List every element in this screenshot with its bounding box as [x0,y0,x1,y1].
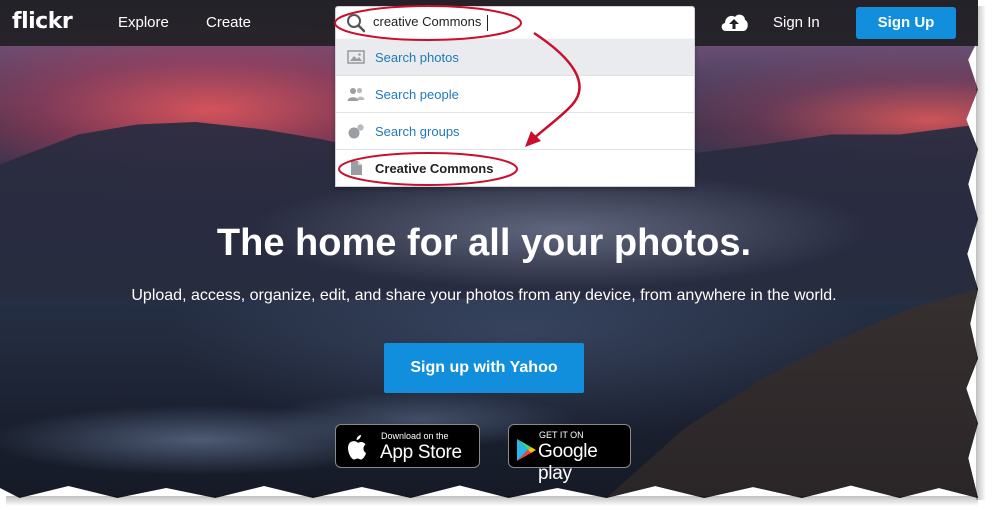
suggestion-label: Search people [375,87,459,102]
page-title: The home for all your photos. [216,222,752,264]
suggestion-search-photos[interactable]: Search photos [336,39,694,76]
sign-up-button[interactable]: Sign Up [856,7,956,39]
suggestion-label: Search photos [375,50,459,65]
search-icon [347,14,366,33]
document-icon [351,161,362,175]
hero-subtitle: Upload, access, organize, edit, and shar… [131,287,837,304]
search-box[interactable] [335,6,695,40]
google-play-badge[interactable]: GET IT ON Google play [508,424,631,484]
page-edge-shadow [976,6,986,500]
nav-create[interactable]: Create [206,14,251,31]
search-input[interactable] [373,14,523,29]
sign-in-link[interactable]: Sign In [773,14,820,31]
photo-icon [347,50,365,64]
search-suggestions: Search photos Search people Search group… [335,39,695,187]
suggestion-search-people[interactable]: Search people [336,76,694,113]
app-store-small-text: Download on the [381,431,449,441]
flickr-logo[interactable]: flickr [12,9,73,34]
app-store-badge[interactable]: Download on the App Store [335,424,480,468]
apple-icon [348,435,366,460]
groups-icon [348,124,364,139]
suggestion-creative-commons[interactable]: Creative Commons [336,150,694,187]
page-edge-shadow-bottom [6,496,978,506]
suggestion-search-groups[interactable]: Search groups [336,113,694,150]
suggestion-label: Creative Commons [375,161,494,176]
suggestion-label: Search groups [375,124,460,139]
google-play-icon [517,439,536,461]
people-icon [347,87,365,101]
text-cursor [487,15,488,31]
google-play-small-text: GET IT ON [539,430,584,440]
google-play-text: Google play [538,441,598,484]
nav-explore[interactable]: Explore [118,14,169,31]
app-store-text: App Store [380,442,462,463]
sign-up-yahoo-button[interactable]: Sign up with Yahoo [384,343,584,393]
cloud-upload-icon[interactable] [719,11,749,33]
